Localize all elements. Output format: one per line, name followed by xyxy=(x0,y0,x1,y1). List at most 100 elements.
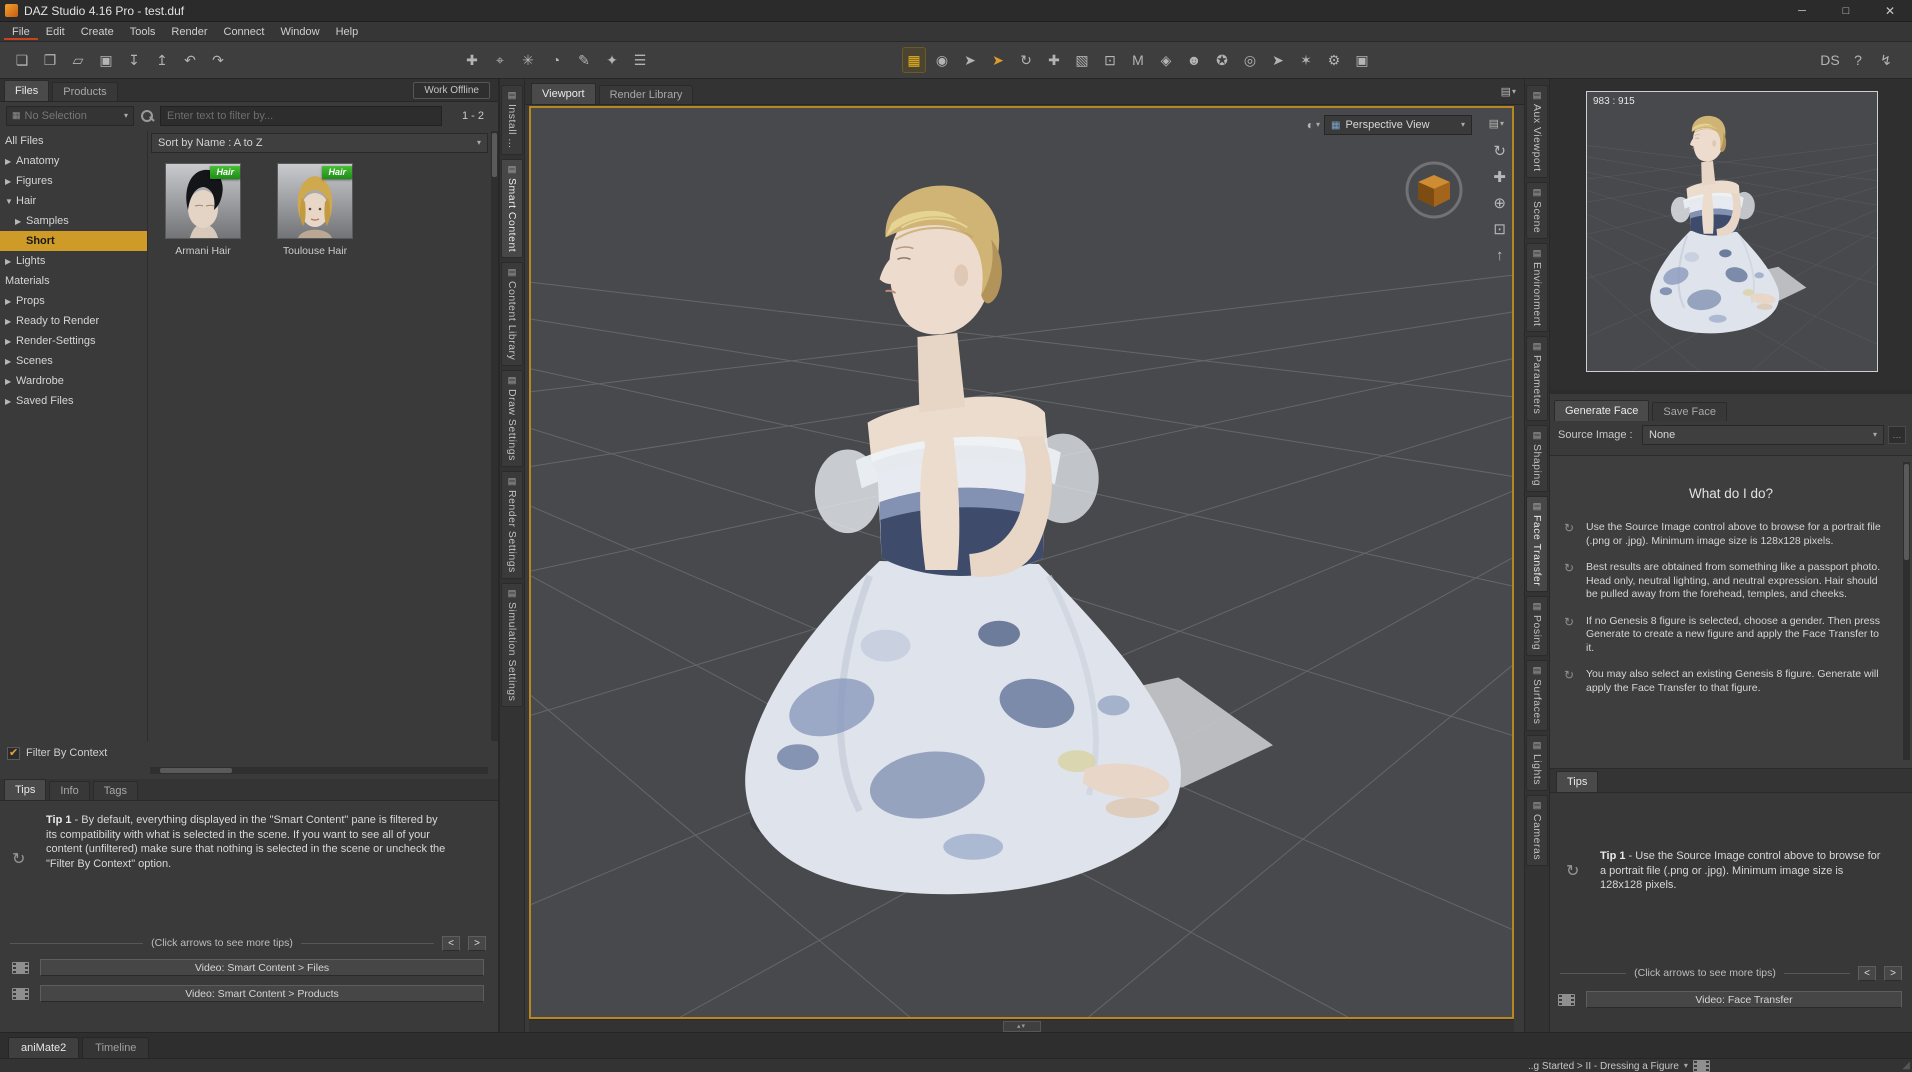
node-align-icon[interactable]: ⌖ xyxy=(488,47,512,73)
menu-item[interactable]: Connect xyxy=(216,24,273,40)
camera-add-icon[interactable]: ◎ xyxy=(1238,47,1262,73)
viewport-tab[interactable]: Render Library xyxy=(598,85,694,104)
dock-tab[interactable]: ▤ Install ... xyxy=(501,85,523,155)
scrollbar-thumb[interactable] xyxy=(492,133,497,177)
category-row[interactable]: Wardrobe xyxy=(0,371,147,391)
new-file-icon[interactable]: ❏ xyxy=(10,47,34,73)
viewport-tab[interactable]: Viewport xyxy=(531,83,596,104)
category-row[interactable]: Lights xyxy=(0,251,147,271)
prev-tip-button[interactable]: < xyxy=(1858,965,1876,981)
work-offline-button[interactable]: Work Offline xyxy=(413,82,490,99)
left-panel-scrollbar[interactable] xyxy=(491,131,498,741)
redo-icon[interactable]: ↷ xyxy=(206,47,230,73)
category-row[interactable]: Props xyxy=(0,291,147,311)
zoom-tool-icon[interactable]: ⊕ xyxy=(1493,196,1506,211)
save-as-icon[interactable]: ↧ xyxy=(122,47,146,73)
content-item-armani-hair[interactable]: Hair Armani Hair xyxy=(157,163,249,257)
scrollbar-thumb[interactable] xyxy=(1904,464,1909,560)
viewport-3d-scene[interactable] xyxy=(531,108,1512,1017)
menu-item[interactable]: Tools xyxy=(122,24,164,40)
face-transfer-tab[interactable]: Save Face xyxy=(1652,402,1727,421)
geometry-tool-icon[interactable]: ◈ xyxy=(1154,47,1178,73)
pane-splitter[interactable] xyxy=(1550,390,1912,394)
info-tab[interactable]: Info xyxy=(49,781,90,800)
lesson-selector-dropdown[interactable]: ..g Started > II - Dressing a Figure ▾ xyxy=(1528,1059,1710,1072)
next-tip-button[interactable]: > xyxy=(468,935,486,951)
save-icon[interactable]: ▣ xyxy=(94,47,118,73)
info-tab[interactable]: Tips xyxy=(4,779,47,800)
node-timer-icon[interactable]: ◔ xyxy=(544,47,568,73)
dock-tab[interactable]: ▤ Environment xyxy=(1526,242,1548,333)
category-row[interactable]: Render-Settings xyxy=(0,331,147,351)
tips-tab[interactable]: Tips xyxy=(1556,771,1599,792)
dock-tab[interactable]: ▤ Lights xyxy=(1526,734,1548,791)
dock-tab[interactable]: ▤ Smart Content xyxy=(501,158,523,258)
pane-menu-icon[interactable]: ▤ ▾ xyxy=(1501,85,1516,98)
connect-status-icon[interactable]: ↯ xyxy=(1874,47,1898,73)
bottom-tab[interactable]: aniMate2 xyxy=(8,1037,80,1058)
undo-icon[interactable]: ↶ xyxy=(178,47,202,73)
viewport-3d-area[interactable]: ◐ ▾ ▦ Perspective View ▾ ▤ ▾ ↻ ✚ ⊕ ⊡ ↑ xyxy=(529,106,1514,1019)
video-smart-content-files-button[interactable]: Video: Smart Content > Files xyxy=(40,959,484,976)
video-smart-content-products-button[interactable]: Video: Smart Content > Products xyxy=(40,985,484,1002)
face-transfer-tab[interactable]: Generate Face xyxy=(1554,400,1650,421)
scrollbar-thumb[interactable] xyxy=(160,768,232,773)
dock-tab[interactable]: ▤ Content Library xyxy=(501,261,523,367)
menu-item[interactable]: Edit xyxy=(38,24,73,40)
menu-item[interactable]: Create xyxy=(73,24,122,40)
daz-store-icon[interactable]: DS xyxy=(1818,47,1842,73)
category-row[interactable]: Figures xyxy=(0,171,147,191)
source-image-dropdown[interactable]: None ▾ xyxy=(1642,425,1884,445)
scale-tool-icon[interactable]: ▧ xyxy=(1070,47,1094,73)
category-row[interactable]: Short xyxy=(0,231,147,251)
viewport-pane-menu-icon[interactable]: ▤ ▾ xyxy=(1489,117,1504,130)
help-icon[interactable]: ? xyxy=(1846,47,1870,73)
category-row[interactable]: Anatomy xyxy=(0,151,147,171)
video-face-transfer-button[interactable]: Video: Face Transfer xyxy=(1586,991,1902,1008)
search-input[interactable] xyxy=(160,105,442,126)
node-selection-icon[interactable]: ➤ xyxy=(958,47,982,73)
dock-tab[interactable]: ▤ Surfaces xyxy=(1526,660,1548,731)
dock-tab[interactable]: ▤ Posing xyxy=(1526,596,1548,657)
aux-viewport-scene[interactable] xyxy=(1587,92,1877,371)
people-tool-icon[interactable]: ✪ xyxy=(1210,47,1234,73)
camera-selector-dropdown[interactable]: ▦ Perspective View ▾ xyxy=(1324,115,1472,135)
reset-view-icon[interactable]: ↑ xyxy=(1496,248,1504,263)
dock-tab[interactable]: ▤ Face Transfer xyxy=(1526,495,1548,593)
menu-item[interactable]: File xyxy=(4,24,38,40)
aux-viewport-frame[interactable]: 983 : 915 xyxy=(1586,91,1878,372)
dock-tab[interactable]: ▤ Parameters xyxy=(1526,336,1548,421)
menu-item[interactable]: Window xyxy=(272,24,327,40)
camera-view-icon[interactable]: ▣ xyxy=(1350,47,1374,73)
view-options-icon[interactable]: ◐ ▾ xyxy=(1307,118,1320,132)
help-scrollbar[interactable] xyxy=(1903,462,1910,760)
open-recent-icon[interactable]: ▱ xyxy=(66,47,90,73)
gear-tool-icon[interactable]: ⚙ xyxy=(1322,47,1346,73)
frame-view-icon[interactable]: ⊡ xyxy=(1493,222,1506,237)
dock-tab[interactable]: ▤ Simulation Settings xyxy=(501,582,523,708)
category-row[interactable]: Hair xyxy=(0,191,147,211)
smart-content-tab[interactable]: Files xyxy=(4,80,50,101)
dock-tab[interactable]: ▤ Cameras xyxy=(1526,794,1548,866)
dock-tab[interactable]: ▤ Render Settings xyxy=(501,470,523,579)
dock-tab[interactable]: ▤ Aux Viewport xyxy=(1526,85,1548,178)
translate-tool-icon[interactable]: ✚ xyxy=(1042,47,1066,73)
frame-tool-icon[interactable]: ⊡ xyxy=(1098,47,1122,73)
open-file-icon[interactable]: ❐ xyxy=(38,47,62,73)
dock-tab[interactable]: ▤ Draw Settings xyxy=(501,370,523,467)
maximize-button[interactable]: □ xyxy=(1824,0,1868,21)
pointer-plus-icon[interactable]: ➤ xyxy=(1266,47,1290,73)
menu-item[interactable]: Help xyxy=(328,24,367,40)
export-icon[interactable]: ↥ xyxy=(150,47,174,73)
category-row[interactable]: Saved Files xyxy=(0,391,147,411)
smart-content-grid-icon[interactable]: ▦ xyxy=(902,47,926,73)
measure-tool-icon[interactable]: M xyxy=(1126,47,1150,73)
filter-by-context-checkbox[interactable] xyxy=(7,746,20,760)
scene-globe-icon[interactable]: ◉ xyxy=(930,47,954,73)
minimize-button[interactable]: ─ xyxy=(1780,0,1824,21)
category-row[interactable]: All Files xyxy=(0,131,147,151)
category-row[interactable]: Samples xyxy=(0,211,147,231)
next-tip-button[interactable]: > xyxy=(1884,965,1902,981)
category-row[interactable]: Scenes xyxy=(0,351,147,371)
hair-thumbnail[interactable]: Hair xyxy=(165,163,241,239)
